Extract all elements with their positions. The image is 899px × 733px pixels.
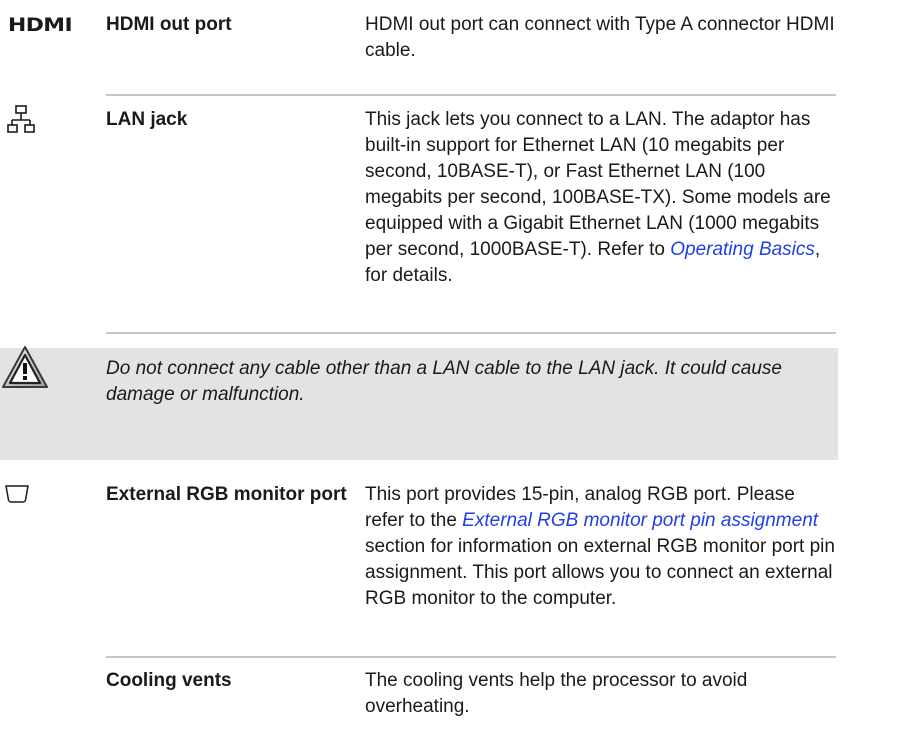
desc-external-rgb-monitor-port: This port provides 15-pin, analog RGB po… (365, 484, 835, 609)
separator (106, 332, 836, 334)
desc-cooling-vents: The cooling vents help the processor to … (365, 670, 748, 717)
separator (106, 656, 836, 658)
link-operating-basics[interactable]: Operating Basics (670, 239, 815, 260)
term-hdmi-out-port: HDMI out port (106, 14, 232, 35)
caution-text: Do not connect any cable other than a LA… (106, 358, 782, 405)
rgb-monitor-port-icon (4, 484, 30, 512)
desc-hdmi-out-port: HDMI out port can connect with Type A co… (365, 14, 835, 61)
lan-network-icon (7, 105, 35, 143)
hdmi-icon: HDMI (8, 14, 73, 36)
term-lan-jack: LAN jack (106, 109, 188, 130)
term-cooling-vents: Cooling vents (106, 670, 232, 691)
warning-triangle-icon (1, 344, 49, 398)
link-external-rgb-monitor-port-pin-assignment[interactable]: External RGB monitor port pin assignment (462, 510, 818, 531)
caution-box: Do not connect any cable other than a LA… (0, 346, 838, 460)
term-external-rgb-monitor-port: External RGB monitor port (106, 484, 347, 505)
separator (106, 94, 836, 96)
desc-lan-jack: This jack lets you connect to a LAN. The… (365, 109, 831, 286)
